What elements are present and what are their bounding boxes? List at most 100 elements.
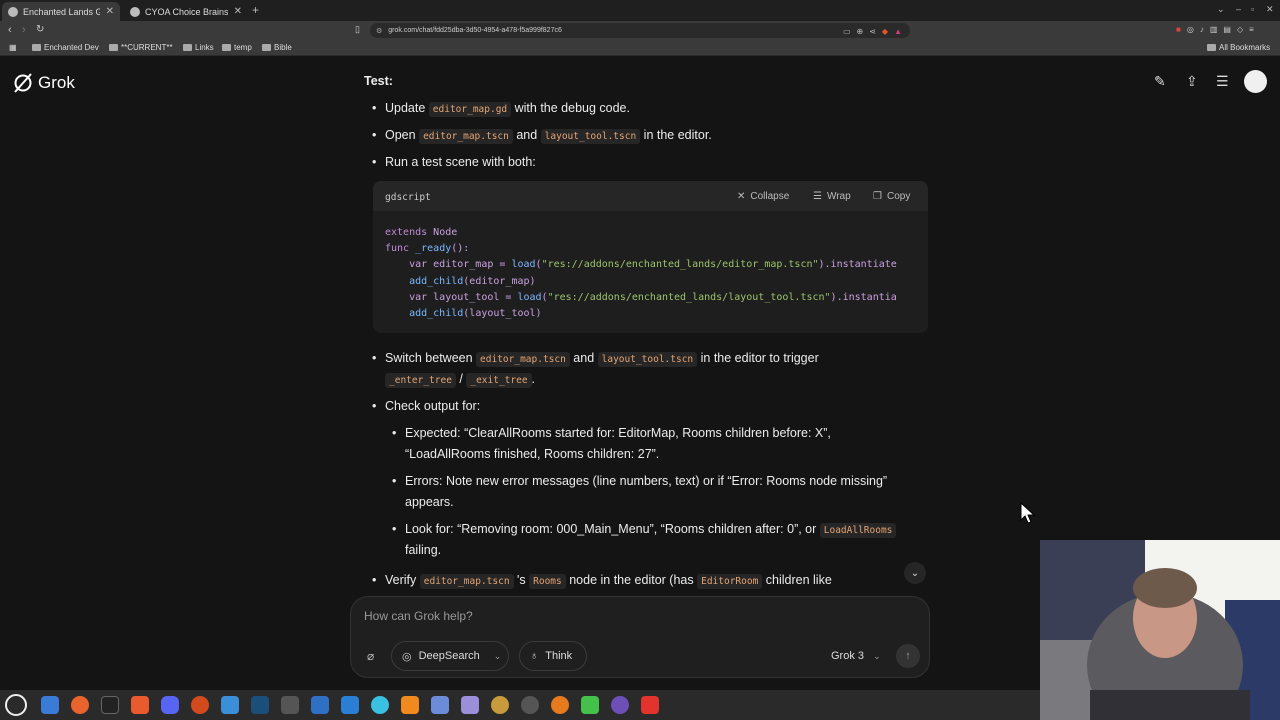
history-icon[interactable]: ☰ [1216, 73, 1229, 90]
share-icon[interactable]: ⋖ [869, 27, 876, 36]
minimize-icon[interactable]: – [1236, 4, 1241, 14]
extension-icon[interactable]: ◎ [1187, 25, 1194, 34]
close-tab-icon[interactable]: ✕ [106, 6, 114, 17]
maximize-icon[interactable]: ▫ [1251, 4, 1254, 14]
inline-code: editor_map.gd [428, 102, 512, 117]
screenshot-icon[interactable] [311, 696, 329, 714]
code-token: var editor_map = [385, 259, 512, 271]
app-icon[interactable] [491, 696, 509, 714]
app-icon[interactable] [641, 696, 659, 714]
list-item: Check output for: [372, 399, 480, 413]
bookmark-temp[interactable]: temp [222, 43, 252, 52]
bookmark-links[interactable]: Links [183, 43, 214, 52]
apps-icon[interactable]: ▦ [9, 43, 17, 52]
cast-icon[interactable]: ▭ [843, 27, 851, 36]
text: children like [762, 573, 832, 587]
chevron-down-icon[interactable]: ⌄ [494, 651, 502, 662]
grok-logo[interactable]: Grok [12, 72, 75, 94]
share-icon[interactable]: ⇪ [1186, 73, 1198, 90]
back-icon[interactable]: ‹ [8, 24, 12, 36]
notes-icon[interactable] [461, 696, 479, 714]
app-icon[interactable] [371, 696, 389, 714]
steam-icon[interactable] [251, 696, 269, 714]
url-text: grok.com/chat/fdd25dba-3d50-4954-a478-f5… [388, 27, 562, 34]
model-selector[interactable]: Grok 3 ⌄ [831, 650, 881, 662]
copy-button[interactable]: ❐ Copy [873, 191, 910, 202]
prompt-input[interactable] [364, 609, 904, 623]
tab-bar: Enchanted Lands Gam ✕ CYOA Choice Brains… [0, 0, 1280, 21]
inline-code: LoadAllRooms [819, 523, 897, 538]
chevron-down-icon: ⌄ [910, 567, 920, 579]
close-window-icon[interactable]: ✕ [1266, 4, 1274, 15]
tab-enchanted-lands[interactable]: Enchanted Lands Gam ✕ [2, 2, 120, 21]
attach-icon[interactable]: ⌀ [367, 649, 374, 663]
rewards-icon[interactable]: ▲ [894, 27, 902, 36]
code-token: (editor_map) [463, 275, 536, 287]
mail-icon[interactable] [431, 696, 449, 714]
all-bookmarks-label: All Bookmarks [1219, 43, 1271, 52]
zoom-icon[interactable]: ⊕ [857, 27, 864, 36]
file-manager-icon[interactable] [41, 696, 59, 714]
vpn-icon[interactable] [221, 696, 239, 714]
menu-icon[interactable]: ≡ [1249, 25, 1254, 34]
firefox-icon[interactable] [71, 696, 89, 714]
reload-icon[interactable]: ↻ [36, 24, 44, 35]
bookmark-page-icon[interactable]: ▯ [355, 24, 360, 35]
app-icon[interactable] [191, 696, 209, 714]
close-tab-icon[interactable]: ✕ [234, 6, 242, 17]
extension-icon[interactable]: ■ [1176, 25, 1181, 34]
extension-icon[interactable]: ♪ [1200, 25, 1204, 34]
blender-icon[interactable] [551, 696, 569, 714]
bookmark-label: Enchanted Dev [44, 43, 99, 52]
all-bookmarks[interactable]: All Bookmarks [1207, 43, 1270, 52]
new-tab-icon[interactable]: + [252, 3, 259, 17]
extensions-bar: ■ ◎ ♪ ▥ ▤ ◇ ≡ [1176, 25, 1254, 34]
wrap-button[interactable]: ☰ Wrap [813, 191, 851, 202]
code-line: add_child(layout_tool) [385, 306, 897, 322]
code-token: (layout_tool) [463, 308, 542, 320]
text: Update [385, 101, 429, 115]
sub-list-item-continuation: failing. [405, 543, 441, 557]
browser-toolbar: ‹ › ↻ ▯ ⚙ grok.com/chat/fdd25dba-3d50-49… [0, 21, 1280, 40]
bookmark-bible[interactable]: Bible [262, 43, 292, 52]
bookmark-current[interactable]: **CURRENT** [109, 43, 173, 52]
app-icon[interactable] [281, 696, 299, 714]
deepsearch-button[interactable]: ◎ DeepSearch ⌄ [391, 641, 509, 671]
github-icon[interactable] [611, 696, 629, 714]
tab-cyoa[interactable]: CYOA Choice Brainstormi ✕ [124, 2, 248, 21]
media-icon[interactable] [401, 696, 419, 714]
settings-icon[interactable] [521, 696, 539, 714]
scroll-to-bottom-button[interactable]: ⌄ [904, 562, 926, 584]
code-token: func [385, 243, 410, 255]
sub-list-item-continuation: “LoadAllRooms finished, Rooms children: … [405, 447, 659, 461]
wallet-icon[interactable]: ◇ [1237, 25, 1243, 34]
start-menu-icon[interactable] [5, 694, 27, 716]
forward-icon[interactable]: › [22, 24, 26, 36]
chevron-down-icon: ⌄ [873, 651, 881, 661]
extensions-icon[interactable]: ▤ [1223, 25, 1231, 34]
inline-code: editor_map.tscn [419, 129, 513, 144]
brave-shield-icon[interactable]: ◆ [882, 27, 888, 36]
copy-icon: ❐ [873, 191, 882, 202]
text: and [569, 351, 598, 365]
text: failing. [405, 543, 442, 557]
avatar[interactable] [1244, 70, 1267, 93]
send-button[interactable]: ↑ [896, 644, 920, 668]
collapse-icon: ✕ [737, 191, 746, 202]
collapse-button[interactable]: ✕ Collapse [737, 191, 789, 202]
discord-icon[interactable] [161, 696, 179, 714]
address-bar[interactable]: ⚙ grok.com/chat/fdd25dba-3d50-4954-a478-… [370, 23, 910, 38]
edit-icon[interactable]: ✎ [1154, 73, 1166, 90]
grok-logo-icon [14, 73, 32, 93]
think-button[interactable]: ♁ Think [519, 641, 587, 671]
bookmark-enchanted-dev[interactable]: Enchanted Dev [32, 43, 99, 52]
sidebar-icon[interactable]: ▥ [1210, 25, 1218, 34]
tab-favicon-icon [130, 6, 140, 17]
brave-icon[interactable] [131, 696, 149, 714]
site-info-icon[interactable]: ⚙ [376, 27, 382, 35]
app-icon[interactable] [581, 696, 599, 714]
tab-list-icon[interactable]: ⌄ [1217, 4, 1225, 15]
code-content[interactable]: extends Node func _ready(): var editor_ma… [385, 225, 897, 322]
terminal-icon[interactable] [101, 696, 119, 714]
document-icon[interactable] [341, 696, 359, 714]
